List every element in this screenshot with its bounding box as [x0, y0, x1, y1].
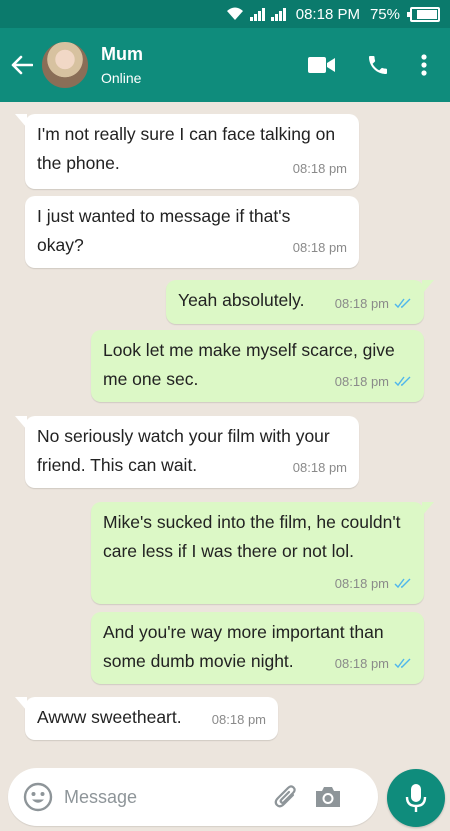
message-time: 08:18 pm — [292, 460, 347, 475]
mic-icon — [405, 784, 427, 812]
contact-status: Online — [101, 70, 142, 86]
back-button[interactable] — [2, 45, 42, 85]
status-bar: 08:18 PM 75% — [0, 0, 450, 28]
phone-icon — [369, 56, 387, 74]
contact-name: Mum — [101, 44, 143, 64]
message-outgoing[interactable]: Look let me make myself scarce, give me … — [91, 330, 424, 402]
back-arrow-icon — [11, 55, 33, 75]
attach-icon — [274, 785, 296, 808]
more-vert-icon — [421, 54, 427, 76]
avatar[interactable] — [40, 40, 90, 90]
double-check-icon — [394, 658, 411, 669]
message-time: 08:18 pm — [211, 712, 266, 727]
double-check-icon — [394, 376, 411, 387]
more-options-button[interactable] — [406, 43, 442, 87]
emoji-button[interactable] — [12, 771, 64, 823]
message-outgoing[interactable]: Yeah absolutely. 08:18 pm — [166, 280, 434, 324]
mic-button[interactable] — [387, 769, 445, 827]
message-time: 08:18 pm — [292, 161, 347, 176]
message-incoming[interactable]: No seriously watch your film with your f… — [15, 416, 359, 488]
message-outgoing[interactable]: And you're way more important than some … — [91, 612, 424, 684]
contact-info[interactable]: Mum Online — [101, 44, 143, 86]
message-time: 08:18 pm — [334, 656, 389, 671]
signal-icon-2 — [270, 7, 286, 21]
message-outgoing[interactable]: Mike's sucked into the film, he couldn't… — [91, 502, 434, 604]
emoji-icon — [23, 782, 53, 812]
battery-percent: 75% — [369, 5, 400, 23]
message-text: I just wanted to message if that's okay? — [37, 206, 291, 255]
status-time: 08:18 PM — [295, 5, 360, 23]
camera-button[interactable] — [306, 775, 350, 819]
camera-icon — [316, 787, 340, 807]
message-text: Mike's sucked into the film, he couldn't… — [103, 512, 401, 561]
message-time: 08:18 pm — [292, 240, 347, 255]
attach-button[interactable] — [266, 775, 306, 819]
message-composer — [8, 768, 378, 826]
voice-call-button[interactable] — [350, 43, 406, 87]
wifi-icon — [226, 7, 243, 20]
message-incoming[interactable]: Awww sweetheart. 08:18 pm — [15, 697, 278, 740]
video-call-button[interactable] — [294, 43, 350, 87]
chat-header: Mum Online — [0, 28, 450, 102]
battery-icon — [407, 6, 440, 22]
double-check-icon — [394, 298, 411, 309]
signal-icon — [249, 7, 265, 21]
message-time: 08:18 pm — [334, 576, 389, 591]
message-time: 08:18 pm — [334, 296, 389, 311]
message-incoming[interactable]: I'm not really sure I can face talking o… — [15, 114, 359, 189]
message-input[interactable] — [64, 786, 264, 808]
video-call-icon — [308, 57, 335, 73]
message-time: 08:18 pm — [334, 374, 389, 389]
double-check-icon — [394, 578, 411, 589]
message-incoming[interactable]: I just wanted to message if that's okay?… — [25, 196, 359, 268]
